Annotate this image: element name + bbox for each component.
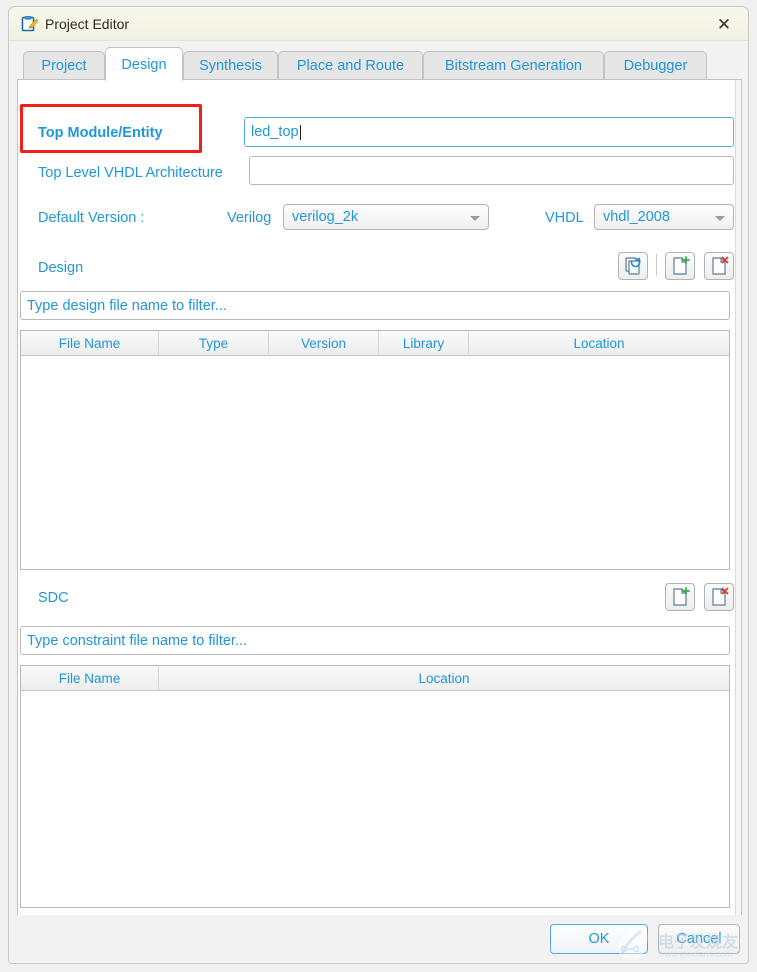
default-version-label: Default Version : [38, 210, 144, 226]
design-col-location[interactable]: Location [469, 331, 729, 355]
vhdl-version-select[interactable]: vhdl_2008 [594, 204, 734, 230]
remove-constraint-file-button[interactable] [704, 583, 734, 611]
sdc-filter-input[interactable]: Type constraint file name to filter... [20, 626, 730, 655]
sdc-table-header-row: File Name Location [21, 666, 729, 691]
top-module-input[interactable]: led_top [244, 117, 734, 147]
design-col-library[interactable]: Library [379, 331, 469, 355]
sdc-file-table: File Name Location [20, 665, 730, 908]
chevron-down-icon [470, 216, 480, 221]
tab-place-and-route[interactable]: Place and Route [278, 51, 423, 79]
tab-debugger[interactable]: Debugger [604, 51, 707, 79]
remove-design-file-button[interactable] [704, 252, 734, 280]
verilog-version-value: verilog_2k [292, 209, 358, 225]
add-design-file-button[interactable] [665, 252, 695, 280]
design-file-table: File Name Type Version Library Location [20, 330, 730, 570]
panel-scrollbar[interactable] [735, 80, 741, 916]
project-editor-window: Project Editor ✕ Project Design Synthesi… [8, 6, 749, 964]
project-editor-icon [21, 16, 38, 33]
close-icon[interactable]: ✕ [704, 9, 744, 39]
design-col-file-name[interactable]: File Name [21, 331, 159, 355]
verilog-label: Verilog [227, 210, 271, 226]
sdc-filter-placeholder: Type constraint file name to filter... [27, 633, 247, 649]
window-titlebar[interactable]: Project Editor ✕ [9, 7, 748, 41]
toolbar-separator [656, 254, 657, 276]
design-col-type[interactable]: Type [159, 331, 269, 355]
tab-bitstream-generation[interactable]: Bitstream Generation [423, 51, 604, 79]
vhdl-label: VHDL [545, 210, 584, 226]
ok-button[interactable]: OK [550, 924, 648, 954]
sdc-section-title: SDC [38, 590, 69, 606]
tab-project[interactable]: Project [23, 51, 105, 79]
sdc-col-location[interactable]: Location [159, 666, 729, 690]
design-section-title: Design [38, 260, 83, 276]
design-col-version[interactable]: Version [269, 331, 379, 355]
dialog-footer: OK Cancel [9, 915, 749, 963]
tab-synthesis[interactable]: Synthesis [183, 51, 278, 79]
top-module-input-value: led_top [251, 124, 299, 140]
tab-design[interactable]: Design [105, 47, 183, 81]
sdc-table-body[interactable] [21, 691, 729, 907]
vhdl-version-value: vhdl_2008 [603, 209, 670, 225]
design-table-header-row: File Name Type Version Library Location [21, 331, 729, 356]
design-table-body[interactable] [21, 356, 729, 569]
design-filter-placeholder: Type design file name to filter... [27, 298, 227, 314]
sdc-col-file-name[interactable]: File Name [21, 666, 159, 690]
add-constraint-file-button[interactable] [665, 583, 695, 611]
text-caret [300, 125, 301, 140]
vhdl-architecture-label: Top Level VHDL Architecture [38, 165, 223, 181]
design-tab-panel: Top Module/Entity led_top Top Level VHDL… [17, 79, 742, 917]
verilog-version-select[interactable]: verilog_2k [283, 204, 489, 230]
cancel-button[interactable]: Cancel [658, 924, 740, 954]
design-filter-input[interactable]: Type design file name to filter... [20, 291, 730, 320]
copy-refresh-button[interactable] [618, 252, 648, 280]
screenshot-root: Project Editor ✕ Project Design Synthesi… [0, 0, 757, 972]
window-title: Project Editor [45, 15, 129, 33]
chevron-down-icon [715, 216, 725, 221]
top-module-label: Top Module/Entity [38, 125, 163, 141]
tabstrip: Project Design Synthesis Place and Route… [9, 47, 749, 79]
vhdl-architecture-input[interactable] [249, 156, 734, 185]
